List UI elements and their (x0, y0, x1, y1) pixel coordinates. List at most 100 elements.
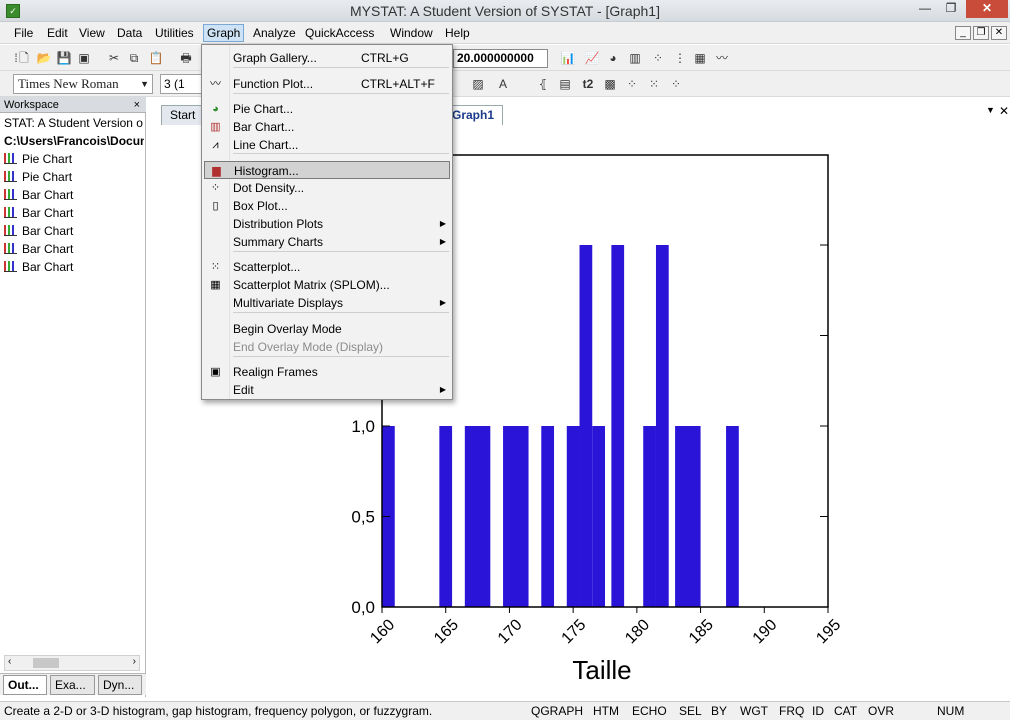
workspace-title: Workspace (4, 99, 59, 111)
save-icon[interactable]: 💾 (56, 50, 72, 66)
open-folder-icon[interactable]: 📂 (36, 50, 52, 66)
submenu-arrow-icon: ▶ (439, 219, 446, 228)
histogram-bar (541, 426, 555, 607)
workspace-scrollbar[interactable]: ‹ › (4, 655, 140, 671)
new-file-icon[interactable]: 🗋 (16, 50, 32, 66)
brackets-icon[interactable]: ⦃ (535, 76, 551, 92)
status-echo: ECHO (632, 704, 667, 718)
tree-item-bar-chart[interactable]: Bar Chart (4, 223, 144, 240)
status-cat: CAT (834, 704, 858, 718)
tab-output[interactable]: Out... (3, 675, 47, 695)
menu-analyze[interactable]: Analyze (250, 25, 299, 41)
histogram-bar (726, 426, 739, 607)
splom-icon[interactable]: ▦ (692, 50, 708, 66)
menu-item-bar-chart[interactable]: ▥ Bar Chart... (204, 118, 450, 136)
histogram-bar (566, 426, 580, 607)
tree-item-bar-chart[interactable]: Bar Chart (4, 259, 144, 276)
tree-item-pie-chart[interactable]: Pie Chart (4, 151, 144, 168)
menu-graph[interactable]: Graph (203, 24, 245, 42)
menu-item-summary-charts[interactable]: Summary Charts ▶ (204, 233, 450, 251)
histogram-icon[interactable]: ▥ (627, 50, 643, 66)
menu-item-function-plot[interactable]: 〰 Function Plot... CTRL+ALT+F (204, 75, 450, 93)
dot-density-icon[interactable]: ⋮ (672, 50, 688, 66)
cut-icon[interactable]: ✂ (106, 50, 122, 66)
menu-edit[interactable]: Edit (44, 25, 71, 41)
chart-option-icon-3[interactable]: ⁙ (646, 76, 662, 92)
menu-separator (233, 356, 449, 357)
format-toolbar: Times New Roman ▼ 3 (1 ▨ A ⦃ ▤ t2 ▩ ⁘ ⁙ … (0, 71, 1010, 97)
menu-item-label: Edit (233, 383, 254, 397)
tab-examples[interactable]: Exa... (50, 675, 95, 695)
close-button[interactable]: ✕ (966, 0, 1008, 18)
font-name-combo[interactable]: Times New Roman ▼ (13, 74, 153, 94)
menu-data[interactable]: Data (114, 25, 145, 41)
x-tick-label: 160 (367, 616, 398, 647)
workspace-close-icon[interactable]: × (134, 97, 140, 113)
doc-close-button[interactable]: ✕ (991, 26, 1007, 40)
text-tool-icon[interactable]: A (495, 76, 511, 92)
menu-file[interactable]: File (11, 25, 36, 41)
menu-item-line-chart[interactable]: ⩘ Line Chart... (204, 136, 450, 154)
menu-item-dot-density[interactable]: ⁘ Dot Density... (204, 179, 450, 197)
chart-option-icon-4[interactable]: ⁘ (668, 76, 684, 92)
copy-icon[interactable]: ⧉ (126, 50, 142, 66)
line-chart-icon[interactable]: 📈 (584, 50, 600, 66)
pie-chart-icon[interactable]: ◕ (605, 50, 621, 66)
menu-item-label: Scatterplot Matrix (SPLOM)... (233, 278, 390, 292)
menu-item-label: Begin Overlay Mode (233, 322, 342, 336)
y-tick-label: 0,5 (351, 508, 375, 527)
menu-item-edit[interactable]: Edit ▶ (204, 381, 450, 399)
menu-item-distribution-plots[interactable]: Distribution Plots ▶ (204, 215, 450, 233)
maximize-button[interactable]: ❐ (938, 0, 964, 18)
y-tick-label: 0,0 (351, 598, 375, 617)
menu-item-pie-chart[interactable]: ◕ Pie Chart... (204, 100, 450, 118)
menu-item-box-plot[interactable]: ▯ Box Plot... (204, 197, 450, 215)
print-icon[interactable]: 🖶 (178, 50, 194, 66)
doc-minimize-button[interactable]: _ (955, 26, 971, 40)
save-all-icon[interactable]: ▣ (76, 50, 92, 66)
menu-item-histogram[interactable]: ▆ Histogram... (204, 161, 450, 179)
function-plot-icon[interactable]: 〰 (714, 50, 730, 66)
font-size-combo[interactable]: 3 (1 (160, 74, 202, 94)
menu-item-begin-overlay-mode[interactable]: Begin Overlay Mode (204, 320, 450, 338)
value-field[interactable]: 20.000000000 (453, 49, 548, 68)
tree-item-bar-chart[interactable]: Bar Chart (4, 241, 144, 258)
fill-pattern-icon[interactable]: ▨ (470, 76, 486, 92)
histogram-bar (611, 245, 625, 607)
table-icon[interactable]: ▤ (557, 76, 573, 92)
function-plot-icon: 〰 (210, 78, 221, 90)
scatterplot-icon[interactable]: ⁘ (650, 50, 666, 66)
tab-dynamic[interactable]: Dyn... (98, 675, 142, 695)
scroll-right-icon[interactable]: › (133, 656, 136, 667)
tree-item-bar-chart[interactable]: Bar Chart (4, 205, 144, 222)
chart-option-icon[interactable]: ▩ (602, 76, 618, 92)
paste-icon[interactable]: 📋 (148, 50, 164, 66)
x-tick-label: 165 (431, 616, 462, 647)
menu-item-realign-frames[interactable]: ▣ Realign Frames (204, 363, 450, 381)
menu-item-scatterplot[interactable]: ⁙ Scatterplot... (204, 258, 450, 276)
histogram-bar (643, 426, 656, 607)
menu-window[interactable]: Window (387, 25, 436, 41)
menu-item-graph-gallery[interactable]: Graph Gallery... CTRL+G (204, 49, 450, 67)
dot-density-icon: ⁘ (210, 182, 221, 194)
scroll-left-icon[interactable]: ‹ (8, 656, 11, 667)
doc-restore-button[interactable]: ❐ (973, 26, 989, 40)
menu-utilities[interactable]: Utilities (152, 25, 197, 41)
chart-option-icon-2[interactable]: ⁘ (624, 76, 640, 92)
bar-chart-icon[interactable]: 📊 (560, 50, 576, 66)
menu-help[interactable]: Help (442, 25, 473, 41)
menu-view[interactable]: View (76, 25, 108, 41)
status-ovr: OVR (868, 704, 895, 718)
t2-icon[interactable]: t2 (580, 76, 596, 92)
tree-root[interactable]: STAT: A Student Version o (4, 115, 144, 132)
tree-folder[interactable]: C:\Users\Francois\Docun (4, 133, 144, 150)
menu-item-multivariate-displays[interactable]: Multivariate Displays ▶ (204, 294, 450, 312)
tree-item-pie-chart[interactable]: Pie Chart (4, 169, 144, 186)
box-plot-icon: ▯ (212, 200, 219, 212)
scroll-thumb[interactable] (33, 658, 59, 668)
menu-quickaccess[interactable]: QuickAccess (302, 25, 377, 41)
tree-item-bar-chart[interactable]: Bar Chart (4, 187, 144, 204)
minimize-button[interactable]: — (912, 0, 938, 18)
menu-item-scatterplot-matrix-splom[interactable]: ▦ Scatterplot Matrix (SPLOM)... (204, 276, 450, 294)
menu-item-end-overlay-mode-display: End Overlay Mode (Display) (204, 338, 450, 356)
